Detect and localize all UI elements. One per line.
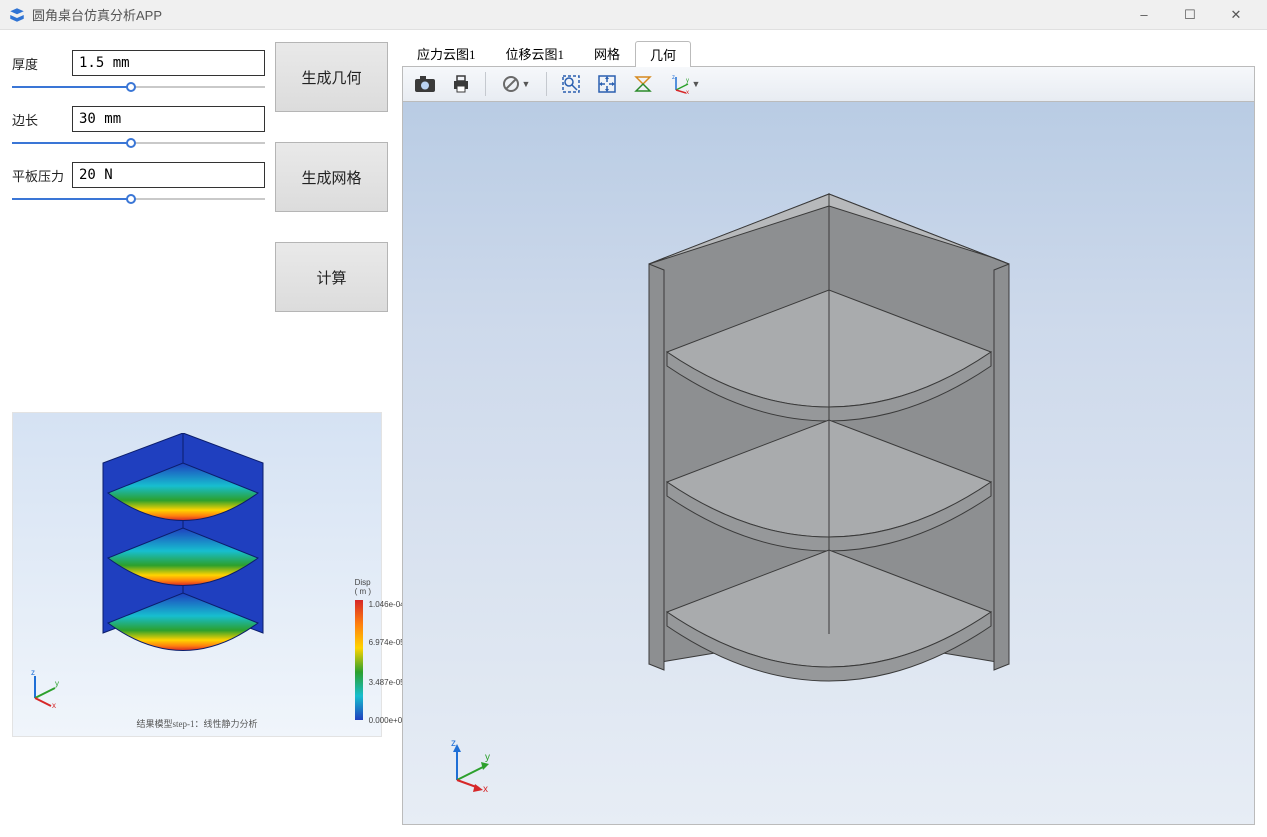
title-bar: 圆角桌台仿真分析APP – ☐ ✕ (0, 0, 1267, 30)
viewer-tabs: 应力云图1 位移云图1 网格 几何 (402, 42, 1255, 66)
fit-icon[interactable] (591, 70, 623, 98)
legend-tick: 3.487e-05 (369, 678, 405, 687)
svg-text:x: x (686, 90, 689, 94)
edge-slider[interactable] (12, 138, 265, 148)
tab-mesh[interactable]: 网格 (579, 40, 635, 66)
viewer-toolbar: ▼ z y x ▼ (402, 66, 1255, 102)
thickness-slider[interactable] (12, 82, 265, 92)
preview-legend: Disp ( m ) 1.046e-04 6.974e-05 3.487e-05… (355, 578, 371, 720)
legend-title: Disp ( m ) (355, 578, 371, 596)
svg-text:y: y (686, 78, 689, 84)
svg-text:y: y (485, 752, 490, 763)
svg-text:x: x (52, 701, 56, 708)
axes-icon[interactable]: z y x ▼ (663, 70, 707, 98)
hourglass-icon[interactable] (627, 70, 659, 98)
print-icon[interactable] (445, 70, 477, 98)
generate-geometry-button[interactable]: 生成几何 (275, 42, 388, 112)
viewer-triad-icon: z y x (443, 738, 497, 792)
svg-text:z: z (451, 738, 456, 749)
force-input[interactable] (72, 162, 265, 188)
tab-stress[interactable]: 应力云图1 (402, 40, 491, 66)
force-slider[interactable] (12, 194, 265, 204)
app-body: 厚度 边长 平板压力 (0, 30, 1267, 837)
parameter-panel: 厚度 边长 平板压力 (12, 42, 388, 312)
generate-mesh-button[interactable]: 生成网格 (275, 142, 388, 212)
window-title: 圆角桌台仿真分析APP (32, 5, 162, 24)
tab-displacement[interactable]: 位移云图1 (491, 40, 580, 66)
viewer-panel: 应力云图1 位移云图1 网格 几何 ▼ (402, 42, 1255, 825)
svg-text:z: z (31, 668, 35, 677)
app-icon (8, 6, 26, 24)
geometry-model (609, 174, 1049, 694)
disable-icon[interactable]: ▼ (494, 70, 538, 98)
svg-text:x: x (483, 784, 488, 792)
edge-input[interactable] (72, 106, 265, 132)
thickness-input[interactable] (72, 50, 265, 76)
legend-tick: 1.046e-04 (369, 600, 405, 609)
viewer-canvas[interactable]: z y x (402, 102, 1255, 825)
minimize-button[interactable]: – (1121, 0, 1167, 30)
camera-icon[interactable] (409, 70, 441, 98)
preview-triad-icon: z y x (25, 668, 65, 708)
svg-text:z: z (672, 75, 675, 81)
select-rect-icon[interactable] (555, 70, 587, 98)
thickness-label: 厚度 (12, 54, 72, 73)
preview-caption: 结果模型step-1：线性静力分析 (13, 717, 381, 730)
tab-geometry[interactable]: 几何 (635, 41, 691, 67)
svg-text:y: y (55, 679, 59, 688)
compute-button[interactable]: 计算 (275, 242, 388, 312)
preview-model (83, 433, 283, 663)
force-label: 平板压力 (12, 166, 72, 185)
result-preview: Disp ( m ) 1.046e-04 6.974e-05 3.487e-05… (12, 412, 382, 737)
edge-label: 边长 (12, 110, 72, 129)
legend-tick: 6.974e-05 (369, 638, 405, 647)
left-panel: 厚度 边长 平板压力 (12, 42, 388, 825)
maximize-button[interactable]: ☐ (1167, 0, 1213, 30)
close-button[interactable]: ✕ (1213, 0, 1259, 30)
